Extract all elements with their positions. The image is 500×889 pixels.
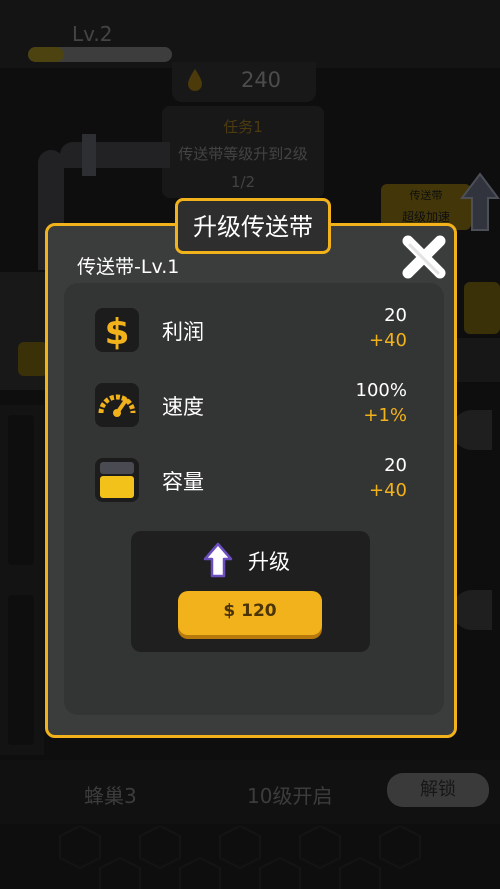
stat-speed-value: 100% bbox=[355, 380, 407, 401]
speedometer-icon bbox=[95, 383, 139, 427]
stat-speed-bonus: +1% bbox=[363, 405, 407, 426]
upgrade-price-button[interactable]: $ 120 bbox=[178, 591, 322, 635]
stat-capacity-label: 容量 bbox=[162, 470, 204, 494]
jar-icon bbox=[95, 458, 139, 502]
stat-capacity-value: 20 bbox=[384, 455, 407, 476]
upgrade-label: 升级 bbox=[248, 550, 290, 574]
dollar-icon: $ bbox=[95, 308, 139, 352]
stat-profit-label: 利润 bbox=[162, 320, 204, 344]
svg-text:$: $ bbox=[104, 312, 129, 352]
upgrade-arrow-icon bbox=[203, 542, 233, 578]
stat-profit-value: 20 bbox=[384, 305, 407, 326]
close-icon[interactable] bbox=[398, 232, 450, 282]
modal-title: 升级传送带 bbox=[193, 213, 313, 241]
stat-capacity-bonus: +40 bbox=[369, 480, 407, 501]
stat-profit-bonus: +40 bbox=[369, 330, 407, 351]
conveyor-level-label: 传送带-Lv.1 bbox=[77, 256, 180, 278]
stat-speed-label: 速度 bbox=[162, 395, 204, 419]
